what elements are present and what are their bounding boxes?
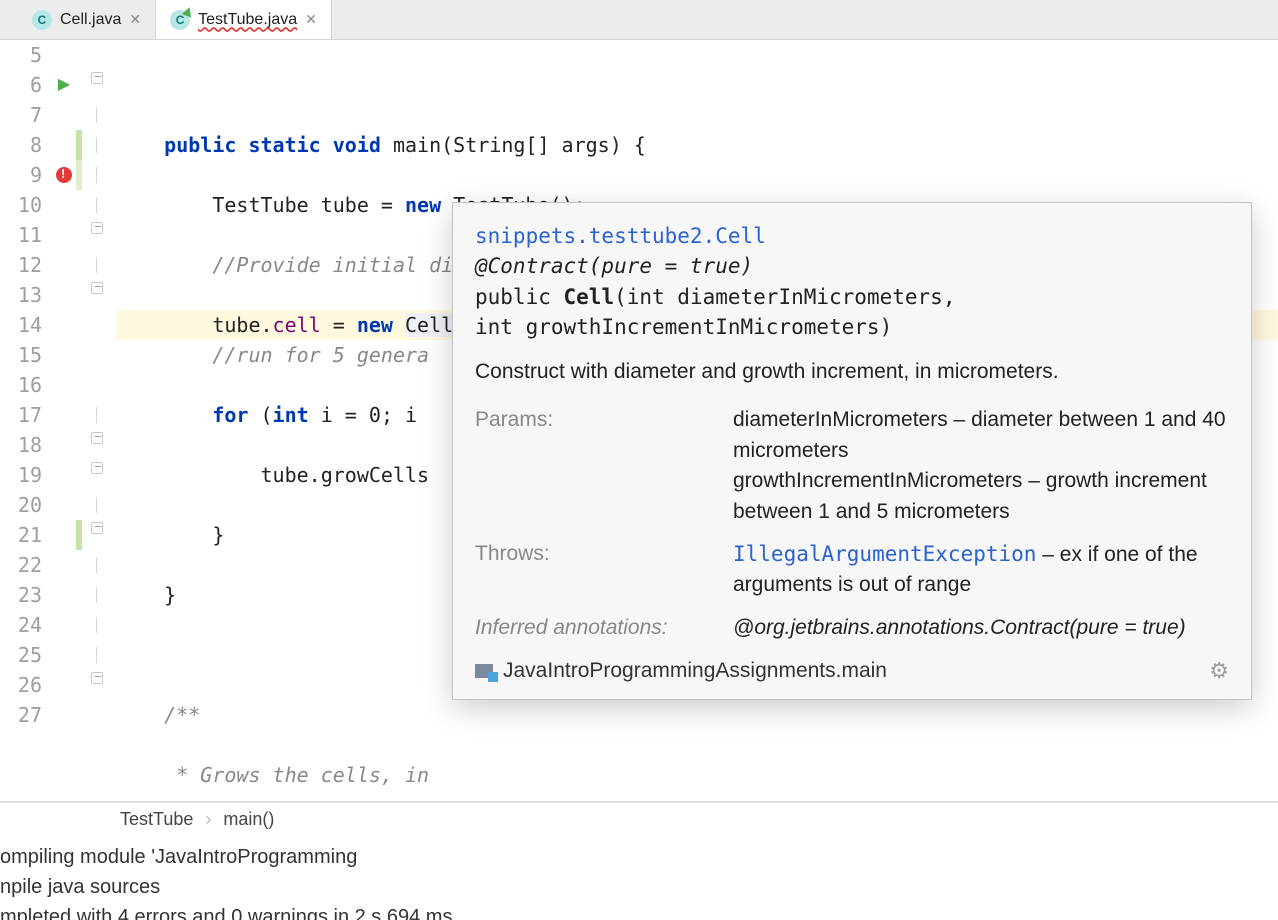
fold-toggle-icon[interactable] — [91, 72, 103, 84]
module-icon — [475, 664, 493, 678]
tab-cell-java[interactable]: C Cell.java ✕ — [18, 0, 156, 39]
params-label: Params: — [475, 405, 705, 527]
quick-documentation-popup[interactable]: snippets.testtube2.Cell @Contract(pure =… — [452, 202, 1252, 700]
params-value: diameterInMicrometers – diameter between… — [733, 405, 1229, 527]
tab-label: TestTube.java — [198, 11, 297, 29]
inferred-label: Inferred annotations: — [475, 613, 705, 643]
fold-toggle-icon[interactable] — [91, 522, 103, 534]
doc-signature: snippets.testtube2.Cell @Contract(pure =… — [475, 221, 1229, 343]
tab-testtube-java[interactable]: C TestTube.java ✕ — [156, 0, 332, 39]
breadcrumb-item[interactable]: main() — [223, 809, 274, 830]
doc-params-row: Params: diameterInMicrometers – diameter… — [475, 405, 1229, 527]
fold-toggle-icon[interactable] — [91, 432, 103, 444]
code-line[interactable]: * Grows the cells, in — [116, 760, 1278, 790]
ide-root: C Cell.java ✕ C TestTube.java ✕ 56789101… — [0, 0, 1278, 920]
chevron-right-icon: › — [205, 809, 211, 830]
tab-label: Cell.java — [60, 11, 121, 29]
build-output-panel[interactable]: ompiling module 'JavaIntroProgramming np… — [0, 836, 1278, 920]
build-output-line: mpleted with 4 errors and 0 warnings in … — [0, 902, 1272, 920]
breadcrumb-item[interactable]: TestTube — [120, 809, 193, 830]
change-gutter — [76, 40, 86, 801]
run-icon[interactable]: ▶ — [58, 76, 70, 93]
line-number-gutter: 5678910111213141516171819202122232425262… — [0, 40, 52, 801]
fold-toggle-icon[interactable] — [91, 282, 103, 294]
build-output-line: npile java sources — [0, 872, 1272, 902]
editor-tab-bar: C Cell.java ✕ C TestTube.java ✕ — [0, 0, 1278, 40]
doc-inferred-row: Inferred annotations: @org.jetbrains.ann… — [475, 613, 1229, 643]
fold-toggle-icon[interactable] — [91, 462, 103, 474]
code-line[interactable]: public static void main(String[] args) { — [116, 130, 1278, 160]
doc-module: JavaIntroProgrammingAssignments.main — [475, 656, 887, 686]
marker-gutter: ▶ — [52, 40, 76, 801]
fold-toggle-icon[interactable] — [91, 672, 103, 684]
editor[interactable]: 5678910111213141516171819202122232425262… — [0, 40, 1278, 802]
code-line[interactable] — [116, 70, 1278, 100]
code-line[interactable]: /** — [116, 700, 1278, 730]
breadcrumb[interactable]: TestTube › main() — [0, 802, 1278, 836]
close-icon[interactable]: ✕ — [129, 11, 141, 28]
build-output-line: ompiling module 'JavaIntroProgramming — [0, 842, 1272, 872]
class-run-icon: C — [170, 10, 190, 30]
doc-throws-row: Throws: IllegalArgumentException – ex if… — [475, 539, 1229, 601]
doc-description: Construct with diameter and growth incre… — [475, 357, 1229, 387]
exception-link[interactable]: IllegalArgumentException — [733, 542, 1036, 566]
throws-value: IllegalArgumentException – ex if one of … — [733, 539, 1229, 601]
gear-icon[interactable]: ⚙ — [1209, 655, 1229, 687]
class-icon: C — [32, 10, 52, 30]
inferred-value: @org.jetbrains.annotations.Contract(pure… — [733, 613, 1229, 643]
close-icon[interactable]: ✕ — [305, 11, 317, 28]
fold-gutter[interactable]: │││││││││││ — [86, 40, 108, 801]
throws-label: Throws: — [475, 539, 705, 601]
fold-toggle-icon[interactable] — [91, 222, 103, 234]
error-bulb-icon[interactable] — [56, 167, 72, 183]
contract-annotation: @Contract(pure = true) — [475, 254, 753, 278]
qualified-class-link[interactable]: snippets.testtube2.Cell — [475, 224, 766, 248]
